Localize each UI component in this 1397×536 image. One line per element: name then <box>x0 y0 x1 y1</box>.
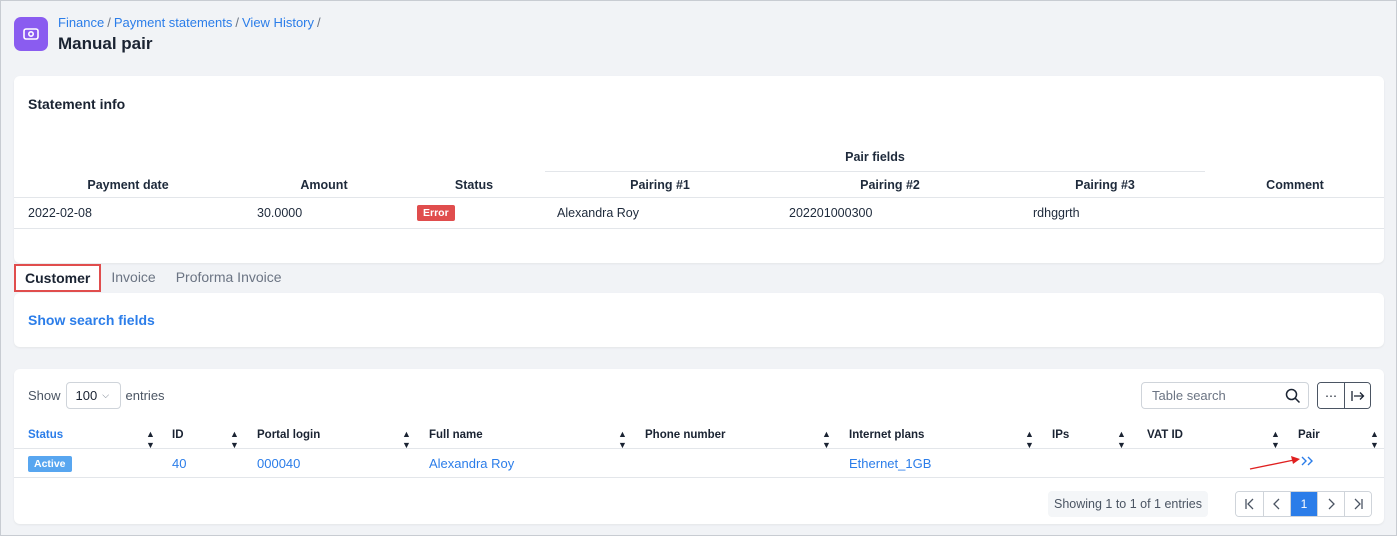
portal-login-link[interactable]: 000040 <box>257 456 300 471</box>
col-full-name[interactable]: Full name <box>429 429 483 441</box>
pairing-3-value: rdhggrth <box>1033 206 1080 220</box>
pairing-1-value: Alexandra Roy <box>557 206 639 220</box>
sort-icon[interactable]: ▲ ▼ <box>146 429 155 451</box>
export-button[interactable] <box>1344 383 1370 408</box>
statement-info-card: Statement info Pair fields Payment date … <box>14 76 1384 263</box>
status-badge: Error <box>417 205 455 221</box>
statement-info-title: Statement info <box>28 96 126 112</box>
col-status[interactable]: Status <box>28 429 63 441</box>
col-payment-date: Payment date <box>87 178 169 192</box>
statement-row: 2022-02-08 30.0000 Error Alexandra Roy 2… <box>14 199 1384 229</box>
breadcrumb: Finance / Payment statements / View History / <box>58 15 321 30</box>
prev-page-button[interactable] <box>1263 492 1290 516</box>
results-table-header: Status ▲ ▼ ID ▲ ▼ Portal login ▲ ▼ Full nam… <box>14 423 1384 451</box>
table-row: Active 40 000040 Alexandra Roy Ethernet_… <box>14 450 1384 478</box>
pagination: 1 <box>1235 491 1372 517</box>
sort-icon[interactable]: ▲ ▼ <box>402 429 411 451</box>
customer-results-card: Show 100 ⌵ entries Table search ⋯ Status… <box>14 369 1384 524</box>
showing-entries-info: Showing 1 to 1 of 1 entries <box>1048 491 1208 517</box>
breadcrumb-payment-statements[interactable]: Payment statements <box>114 15 233 30</box>
first-page-button[interactable] <box>1236 492 1263 516</box>
next-page-button[interactable] <box>1317 492 1344 516</box>
annotation-arrow-icon <box>1249 456 1300 470</box>
breadcrumb-view-history[interactable]: View History <box>242 15 314 30</box>
tab-customer[interactable]: Customer <box>14 264 102 292</box>
sort-icon[interactable]: ▲ ▼ <box>1025 429 1034 451</box>
chevron-left-icon <box>1273 498 1280 510</box>
sort-icon[interactable]: ▲ ▼ <box>1117 429 1126 451</box>
sort-icon[interactable]: ▲ ▼ <box>230 429 239 451</box>
finance-icon <box>14 17 48 51</box>
payment-date-value: 2022-02-08 <box>28 206 92 220</box>
statement-table-header: Payment date Amount Status Pairing #1 Pa… <box>14 176 1384 198</box>
show-entries: Show 100 ⌵ entries <box>28 382 165 409</box>
search-fields-card: Show search fields <box>14 293 1384 347</box>
col-comment: Comment <box>1266 178 1324 192</box>
sort-icon[interactable]: ▲ ▼ <box>1271 429 1280 451</box>
pair-type-tabs: Customer Invoice Proforma Invoice <box>14 264 292 292</box>
col-ips[interactable]: IPs <box>1052 429 1069 441</box>
tab-proforma-invoice[interactable]: Proforma Invoice <box>166 264 292 292</box>
pairing-2-value: 202201000300 <box>789 206 873 220</box>
breadcrumb-finance[interactable]: Finance <box>58 15 104 30</box>
sort-icon[interactable]: ▲ ▼ <box>822 429 831 451</box>
search-icon[interactable] <box>1285 388 1301 404</box>
show-search-fields-link[interactable]: Show search fields <box>28 312 155 328</box>
col-amount: Amount <box>300 178 348 192</box>
col-internet-plans[interactable]: Internet plans <box>849 429 924 441</box>
amount-value: 30.0000 <box>257 206 303 220</box>
col-pair[interactable]: Pair <box>1298 429 1320 441</box>
chevron-down-icon: ⌵ <box>102 390 110 400</box>
col-id[interactable]: ID <box>172 429 184 441</box>
entries-select[interactable]: 100 ⌵ <box>65 382 121 409</box>
col-phone-number[interactable]: Phone number <box>645 429 726 441</box>
tab-invoice[interactable]: Invoice <box>101 264 165 292</box>
col-vat-id[interactable]: VAT ID <box>1147 429 1183 441</box>
col-portal-login[interactable]: Portal login <box>257 429 320 441</box>
col-status: Status <box>454 178 494 192</box>
sort-icon[interactable]: ▲ ▼ <box>1370 429 1379 451</box>
table-search-input[interactable]: Table search <box>1141 382 1309 409</box>
page-header: Finance / Payment statements / View History /… <box>14 14 324 54</box>
pair-fields-header: Pair fields <box>545 150 1205 172</box>
sort-icon[interactable]: ▲ ▼ <box>618 429 627 451</box>
internet-plan-link[interactable]: Ethernet_1GB <box>849 456 931 471</box>
arrow-right-bar-icon <box>1350 390 1364 401</box>
col-pairing-2: Pairing #2 <box>860 178 920 192</box>
chevron-right-icon <box>1328 498 1335 510</box>
last-page-icon <box>1354 498 1363 510</box>
col-pairing-1: Pairing #1 <box>630 178 690 192</box>
first-page-icon <box>1244 498 1253 510</box>
last-page-button[interactable] <box>1344 492 1371 516</box>
status-badge: Active <box>28 456 72 472</box>
page-title: Manual pair <box>58 34 153 53</box>
more-options-button[interactable]: ⋯ <box>1318 383 1344 408</box>
table-actions: ⋯ <box>1317 382 1371 409</box>
full-name-link[interactable]: Alexandra Roy <box>429 456 514 471</box>
customer-id-link[interactable]: 40 <box>172 456 186 471</box>
col-pairing-3: Pairing #3 <box>1075 178 1135 192</box>
page-1-button[interactable]: 1 <box>1290 492 1317 516</box>
